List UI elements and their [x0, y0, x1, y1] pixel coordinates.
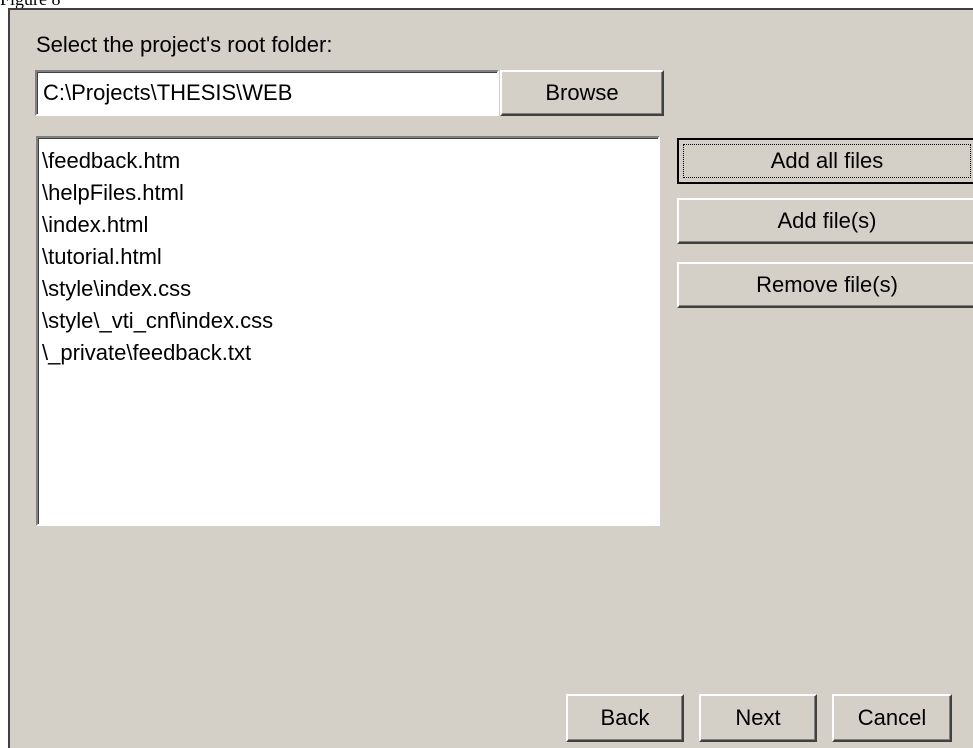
back-button[interactable]: Back	[566, 694, 684, 742]
file-list[interactable]: \feedback.htm \helpFiles.html \index.htm…	[36, 136, 660, 526]
list-item[interactable]: \_private\feedback.txt	[42, 337, 654, 369]
add-all-files-button[interactable]: Add all files	[677, 138, 973, 184]
figure-caption-fragment: Figure 8	[0, 0, 61, 8]
root-folder-input[interactable]	[35, 70, 499, 116]
cancel-button[interactable]: Cancel	[832, 694, 952, 742]
list-item[interactable]: \style\index.css	[42, 273, 654, 305]
add-files-button[interactable]: Add file(s)	[677, 198, 973, 244]
list-item[interactable]: \index.html	[42, 209, 654, 241]
root-folder-label: Select the project's root folder:	[36, 32, 333, 57]
list-item[interactable]: \style\_vti_cnf\index.css	[42, 305, 654, 337]
remove-files-button[interactable]: Remove file(s)	[677, 262, 973, 308]
focus-rectangle	[683, 144, 971, 178]
wizard-dialog: Select the project's root folder: Browse…	[8, 8, 973, 748]
next-button[interactable]: Next	[699, 694, 817, 742]
list-item[interactable]: \tutorial.html	[42, 241, 654, 273]
browse-button-label: Browse	[545, 80, 619, 105]
list-item[interactable]: \helpFiles.html	[42, 177, 654, 209]
add-files-label: Add file(s)	[777, 208, 877, 233]
browse-button[interactable]: Browse	[500, 70, 664, 116]
remove-files-label: Remove file(s)	[756, 272, 898, 297]
list-item[interactable]: \feedback.htm	[42, 145, 654, 177]
